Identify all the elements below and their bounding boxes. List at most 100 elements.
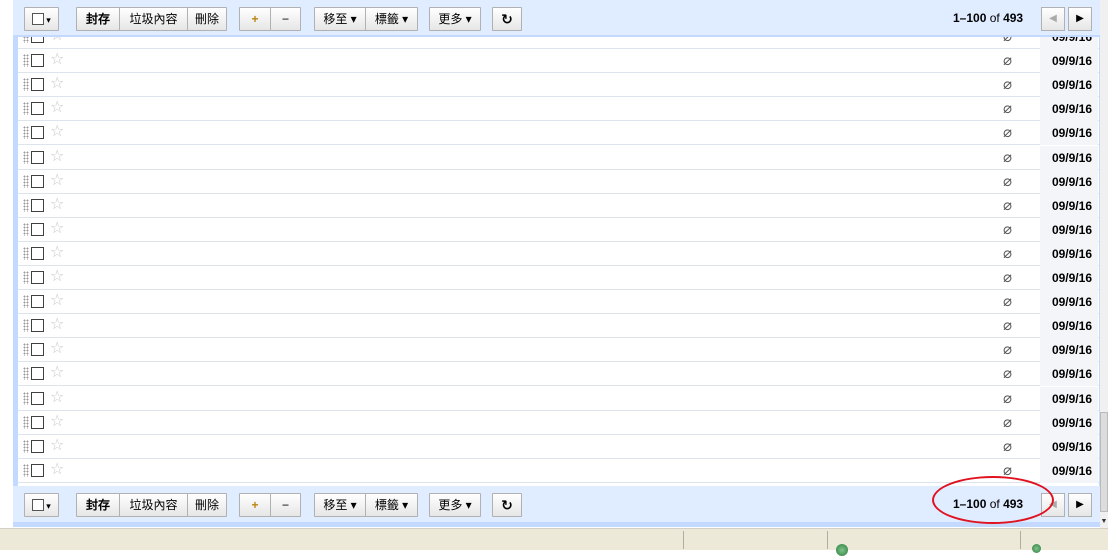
drag-handle-icon[interactable]: [23, 126, 29, 140]
drag-handle-icon[interactable]: [23, 222, 29, 236]
select-all-checkbox-bottom[interactable]: [32, 499, 45, 511]
vertical-scrollbar[interactable]: ▼: [1100, 0, 1108, 528]
archive-button[interactable]: 封存: [76, 7, 120, 31]
remove-star-button-bottom[interactable]: −: [270, 493, 301, 517]
remove-star-button[interactable]: −: [270, 7, 301, 31]
message-checkbox[interactable]: [31, 295, 44, 309]
message-checkbox[interactable]: [31, 37, 44, 43]
delete-button[interactable]: 刪除: [187, 7, 227, 31]
star-icon[interactable]: ☆: [50, 37, 64, 45]
drag-handle-icon[interactable]: [23, 295, 29, 309]
star-icon[interactable]: ☆: [50, 268, 64, 286]
drag-handle-icon[interactable]: [23, 271, 29, 284]
message-checkbox[interactable]: [31, 463, 44, 477]
message-checkbox[interactable]: [31, 367, 44, 381]
drag-handle-icon[interactable]: [23, 78, 29, 92]
message-row[interactable]: ☆ ⌀ 09/9/16: [18, 37, 1099, 49]
message-checkbox[interactable]: [31, 319, 44, 333]
move-to-button[interactable]: 移至 ▾: [314, 7, 366, 31]
star-icon[interactable]: ☆: [50, 292, 64, 310]
message-row[interactable]: ☆ ⌀ 09/9/16: [18, 145, 1099, 170]
labels-button[interactable]: 標籤 ▾: [365, 7, 418, 31]
message-checkbox[interactable]: [31, 150, 44, 164]
drag-handle-icon[interactable]: [23, 415, 29, 429]
message-checkbox[interactable]: [31, 54, 44, 68]
drag-handle-icon[interactable]: [23, 463, 29, 477]
report-spam-button[interactable]: 垃圾內容: [119, 7, 188, 31]
drag-handle-icon[interactable]: [23, 439, 29, 453]
message-row[interactable]: ☆ ⌀ 09/9/16: [18, 241, 1099, 266]
star-icon[interactable]: ☆: [50, 461, 64, 479]
message-row[interactable]: ☆ ⌀ 09/9/16: [18, 458, 1099, 483]
more-actions-button[interactable]: 更多 ▾: [429, 7, 481, 31]
drag-handle-icon[interactable]: [23, 367, 29, 381]
star-icon[interactable]: ☆: [50, 437, 64, 455]
star-icon[interactable]: ☆: [50, 196, 64, 214]
drag-handle-icon[interactable]: [23, 174, 29, 188]
message-checkbox[interactable]: [31, 126, 44, 140]
next-page-button-bottom[interactable]: ▶: [1068, 493, 1092, 517]
star-icon[interactable]: ☆: [50, 364, 64, 382]
more-actions-button-bottom[interactable]: 更多 ▾: [429, 493, 481, 517]
message-checkbox[interactable]: [31, 415, 44, 429]
message-checkbox[interactable]: [31, 198, 44, 212]
star-icon[interactable]: ☆: [50, 340, 64, 358]
previous-page-button[interactable]: ◀: [1041, 7, 1065, 31]
message-checkbox[interactable]: [31, 222, 44, 236]
message-checkbox[interactable]: [31, 271, 44, 284]
drag-handle-icon[interactable]: [23, 37, 29, 43]
previous-page-button-bottom[interactable]: ◀: [1041, 493, 1065, 517]
star-icon[interactable]: ☆: [50, 148, 64, 166]
scroll-down-icon[interactable]: ▼: [1100, 516, 1108, 528]
message-row[interactable]: ☆ ⌀ 09/9/16: [18, 169, 1099, 194]
report-spam-button-bottom[interactable]: 垃圾內容: [119, 493, 188, 517]
message-row[interactable]: ☆ ⌀ 09/9/16: [18, 193, 1099, 218]
drag-handle-icon[interactable]: [23, 246, 29, 260]
star-icon[interactable]: ☆: [50, 413, 64, 431]
drag-handle-icon[interactable]: [23, 391, 29, 405]
message-checkbox[interactable]: [31, 174, 44, 188]
drag-handle-icon[interactable]: [23, 54, 29, 68]
refresh-button-bottom[interactable]: ↻: [492, 493, 522, 517]
message-row[interactable]: ☆ ⌀ 09/9/16: [18, 314, 1099, 339]
message-row[interactable]: ☆ ⌀ 09/9/16: [18, 49, 1099, 74]
select-all-checkbox[interactable]: [32, 13, 45, 25]
message-checkbox[interactable]: [31, 391, 44, 405]
message-row[interactable]: ☆ ⌀ 09/9/16: [18, 266, 1099, 290]
star-icon[interactable]: ☆: [50, 123, 64, 141]
archive-button-bottom[interactable]: 封存: [76, 493, 120, 517]
drag-handle-icon[interactable]: [23, 198, 29, 212]
message-row[interactable]: ☆ ⌀ 09/9/16: [18, 434, 1099, 459]
message-row[interactable]: ☆ ⌀ 09/9/16: [18, 338, 1099, 363]
scrollbar-thumb[interactable]: [1100, 412, 1108, 512]
star-icon[interactable]: ☆: [50, 99, 64, 117]
message-row[interactable]: ☆ ⌀ 09/9/16: [18, 73, 1099, 98]
move-to-button-bottom[interactable]: 移至 ▾: [314, 493, 366, 517]
star-icon[interactable]: ☆: [50, 220, 64, 238]
message-row[interactable]: ☆ ⌀ 09/9/16: [18, 290, 1099, 315]
message-row[interactable]: ☆ ⌀ 09/9/16: [18, 217, 1099, 242]
message-row[interactable]: ☆ ⌀ 09/9/16: [18, 97, 1099, 122]
message-checkbox[interactable]: [31, 343, 44, 357]
add-star-button-bottom[interactable]: +: [239, 493, 271, 517]
message-row[interactable]: ☆ ⌀ 09/9/16: [18, 410, 1099, 435]
message-checkbox[interactable]: [31, 439, 44, 453]
delete-button-bottom[interactable]: 刪除: [187, 493, 227, 517]
select-menu-button[interactable]: ▾: [24, 7, 59, 31]
drag-handle-icon[interactable]: [23, 150, 29, 164]
drag-handle-icon[interactable]: [23, 319, 29, 333]
message-checkbox[interactable]: [31, 102, 44, 116]
zoom-icon[interactable]: [1032, 544, 1041, 553]
refresh-button[interactable]: ↻: [492, 7, 522, 31]
message-checkbox[interactable]: [31, 246, 44, 260]
star-icon[interactable]: ☆: [50, 75, 64, 93]
drag-handle-icon[interactable]: [23, 343, 29, 357]
star-icon[interactable]: ☆: [50, 51, 64, 69]
message-row[interactable]: ☆ ⌀ 09/9/16: [18, 386, 1099, 411]
add-star-button[interactable]: +: [239, 7, 271, 31]
select-menu-button-bottom[interactable]: ▾: [24, 493, 59, 517]
drag-handle-icon[interactable]: [23, 102, 29, 116]
message-row[interactable]: ☆ ⌀ 09/9/16: [18, 362, 1099, 387]
star-icon[interactable]: ☆: [50, 389, 64, 407]
star-icon[interactable]: ☆: [50, 316, 64, 334]
